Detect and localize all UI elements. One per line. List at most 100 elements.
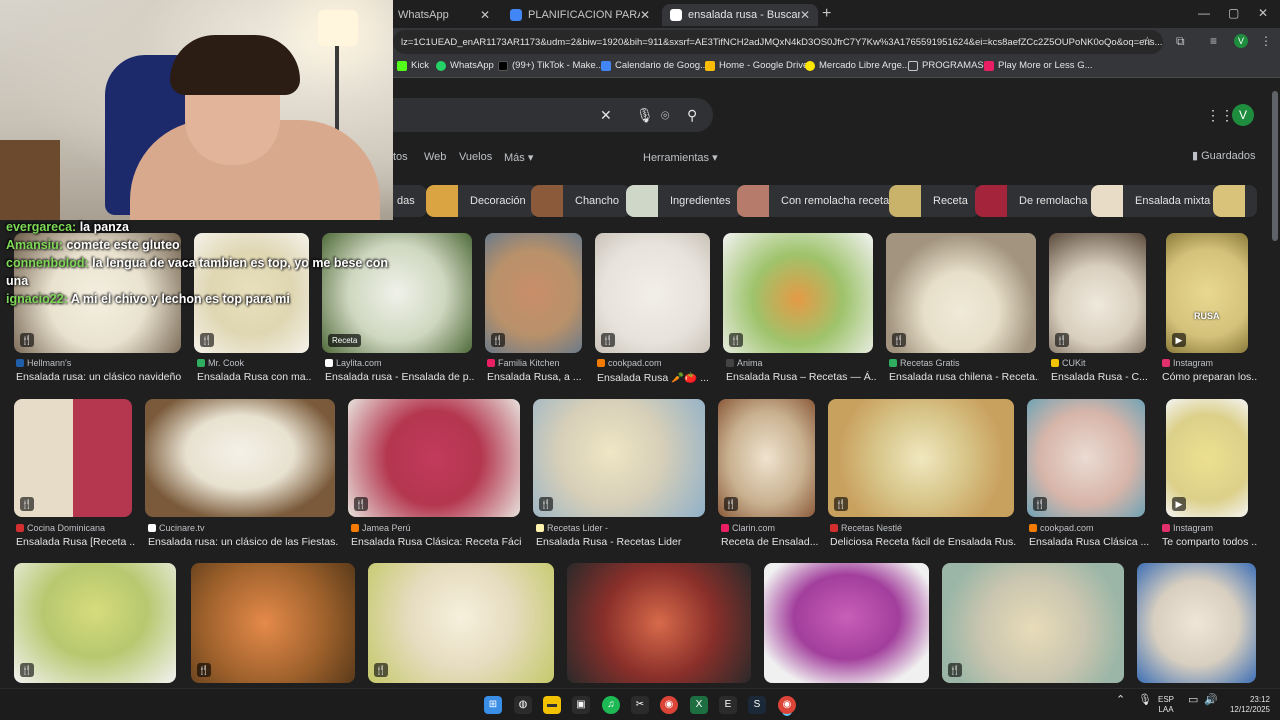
image-result[interactable]: 🍴 [723, 233, 873, 353]
close-window-button[interactable]: ✕ [1258, 6, 1268, 20]
minimize-button[interactable]: — [1198, 6, 1210, 20]
image-result[interactable]: 🍴 [348, 399, 520, 517]
result-caption[interactable]: Ensalada Rusa - C... [1051, 371, 1151, 383]
image-result[interactable] [567, 563, 751, 683]
result-caption[interactable]: Deliciosa Receta fácil de Ensalada Rus..… [830, 536, 1016, 548]
chip-more[interactable] [1213, 185, 1257, 217]
address-bar[interactable]: lz=1C1UEAD_enAR1173AR1173&udm=2&biw=1920… [393, 30, 1163, 54]
lens-icon[interactable]: ⌾ [661, 107, 669, 124]
chip-ingredientes[interactable]: Ingredientes [626, 185, 743, 217]
google-account-avatar[interactable]: V [1232, 104, 1254, 126]
bookmark-whatsapp[interactable]: WhatsApp [436, 60, 494, 71]
store-icon[interactable]: ▣ [572, 696, 590, 714]
image-result[interactable]: 🍴 [1027, 399, 1145, 517]
result-caption[interactable]: Ensalada Rusa [Receta ... [16, 536, 136, 548]
image-result[interactable]: 🍴 [718, 399, 815, 517]
file-explorer-icon[interactable]: ▬ [543, 696, 561, 714]
bookmark-folder-programas[interactable]: PROGRAMAS [908, 60, 984, 71]
spotify-icon[interactable]: ♫ [602, 696, 620, 714]
windows-start-icon[interactable]: ⊞ [484, 696, 502, 714]
result-caption[interactable]: Ensalada Rusa 🥕🍅 ... [597, 371, 712, 384]
tab-more[interactable]: Más ▾ [504, 151, 533, 164]
chip[interactable]: das [393, 185, 427, 217]
image-result[interactable] [764, 563, 929, 683]
bookmark-star-icon[interactable]: ☆ [1142, 34, 1153, 48]
image-result[interactable]: 🍴 [942, 563, 1124, 683]
chip-receta[interactable]: Receta [889, 185, 980, 217]
image-result[interactable]: 🍴 [828, 399, 1014, 517]
clear-search-icon[interactable]: ✕ [600, 107, 612, 124]
tools-button[interactable]: Herramientas ▾ [643, 151, 718, 164]
chrome-active-icon[interactable]: ◉ [778, 696, 796, 714]
new-tab-button[interactable]: + [822, 5, 831, 23]
close-icon[interactable]: ✕ [480, 8, 490, 22]
epic-games-icon[interactable]: E [719, 696, 737, 714]
image-result[interactable]: 🍴 [886, 233, 1036, 353]
search-icon[interactable]: ⚲ [687, 107, 697, 124]
bookmark-calendar[interactable]: Calendario de Goog... [601, 60, 708, 71]
excel-icon[interactable]: X [690, 696, 708, 714]
chip-de-remolacha[interactable]: De remolacha [975, 185, 1100, 217]
close-icon[interactable]: ✕ [800, 8, 810, 22]
image-result[interactable] [1137, 563, 1256, 683]
image-result[interactable]: 🍴 [595, 233, 710, 353]
bookmark-kick[interactable]: Kick [397, 60, 429, 71]
tab-images[interactable]: tos [393, 151, 408, 163]
mic-icon[interactable]: 🎙 [636, 107, 654, 124]
bookmark-mercadolibre[interactable]: Mercado Libre Arge... [805, 60, 910, 71]
tab-flights[interactable]: Vuelos [459, 151, 492, 163]
profile-avatar[interactable]: V [1234, 34, 1248, 48]
language-indicator[interactable]: ESP LAA [1158, 695, 1174, 715]
chip-ensalada-mixta[interactable]: Ensalada mixta [1091, 185, 1223, 217]
bookmark-drive[interactable]: Home - Google Drive [705, 60, 808, 71]
media-icon[interactable]: ≡ [1210, 34, 1217, 48]
extensions-icon[interactable]: ⧉ [1176, 34, 1185, 49]
bookmark-play-more-or-less[interactable]: Play More or Less G... [984, 60, 1093, 71]
result-caption[interactable]: Cómo preparan los... [1162, 371, 1258, 383]
menu-icon[interactable]: ⋮ [1260, 34, 1272, 48]
result-caption[interactable]: Ensalada Rusa, a ... [487, 371, 587, 383]
image-result[interactable] [145, 399, 335, 517]
scrollbar-thumb[interactable] [1272, 91, 1278, 241]
result-caption[interactable]: Ensalada rusa - Ensalada de p... [325, 371, 475, 383]
tab-whatsapp[interactable]: WhatsApp ✕ [390, 4, 498, 26]
network-icon[interactable]: ▭ [1188, 695, 1198, 706]
result-caption[interactable]: Ensalada Rusa con ma... [197, 371, 312, 383]
chip-decoracion[interactable]: Decoración [426, 185, 538, 217]
steam-icon[interactable]: S [748, 696, 766, 714]
image-result[interactable]: 🍴 [191, 563, 355, 683]
clock[interactable]: 23:12 12/12/2025 [1224, 695, 1270, 715]
mic-tray-icon[interactable]: 🎙 [1138, 695, 1152, 706]
image-result[interactable]: 🍴 [14, 563, 176, 683]
maximize-button[interactable]: ▢ [1228, 6, 1239, 20]
image-result[interactable]: 🍴 [14, 399, 132, 517]
result-caption[interactable]: Ensalada rusa: un clásico de las Fiestas… [148, 536, 338, 548]
result-caption[interactable]: Ensalada Rusa - Recetas Lider [536, 536, 706, 548]
tab-planificacion[interactable]: PLANIFICACION PARA MDQ 20 ✕ [502, 4, 658, 26]
image-result[interactable]: ▶ [1166, 399, 1248, 517]
image-result[interactable]: 🍴 [485, 233, 582, 353]
result-caption[interactable]: Ensalada Rusa Clásica ... [1029, 536, 1149, 548]
capcut-icon[interactable]: ✂ [631, 696, 649, 714]
saved-button[interactable]: ▮ Guardados [1192, 149, 1256, 162]
page-scrollbar[interactable] [1270, 79, 1280, 688]
result-caption[interactable]: Ensalada rusa: un clásico navideño... [16, 371, 181, 383]
result-caption[interactable]: Ensalada Rusa – Recetas — Á... [726, 371, 876, 383]
copilot-icon[interactable]: ◍ [514, 696, 532, 714]
bookmark-tiktok[interactable]: (99+) TikTok - Make... [498, 60, 604, 71]
chevron-up-icon[interactable]: ⌃ [1116, 695, 1125, 706]
image-result[interactable]: 🍴 [533, 399, 705, 517]
chip-chancho[interactable]: Chancho [531, 185, 632, 217]
chrome-icon[interactable]: ◉ [660, 696, 678, 714]
search-input[interactable]: ✕ 🎙 ⌾ ⚲ [393, 98, 713, 132]
close-icon[interactable]: ✕ [640, 8, 650, 22]
tab-google-search[interactable]: ensalada rusa - Buscar con Goo ✕ [662, 4, 818, 26]
image-result[interactable]: RUSA ▶ [1166, 233, 1248, 353]
chip-con-remolacha-receta[interactable]: Con remolacha receta [737, 185, 902, 217]
result-caption[interactable]: Te comparto todos ... [1162, 536, 1258, 548]
image-result[interactable]: 🍴 [368, 563, 554, 683]
result-caption[interactable]: Ensalada Rusa Clásica: Receta Fáci... [351, 536, 521, 548]
result-caption[interactable]: Receta de Ensalad... [721, 536, 821, 548]
image-result[interactable]: 🍴 [1049, 233, 1146, 353]
result-caption[interactable]: Ensalada rusa chilena - Receta... [889, 371, 1039, 383]
